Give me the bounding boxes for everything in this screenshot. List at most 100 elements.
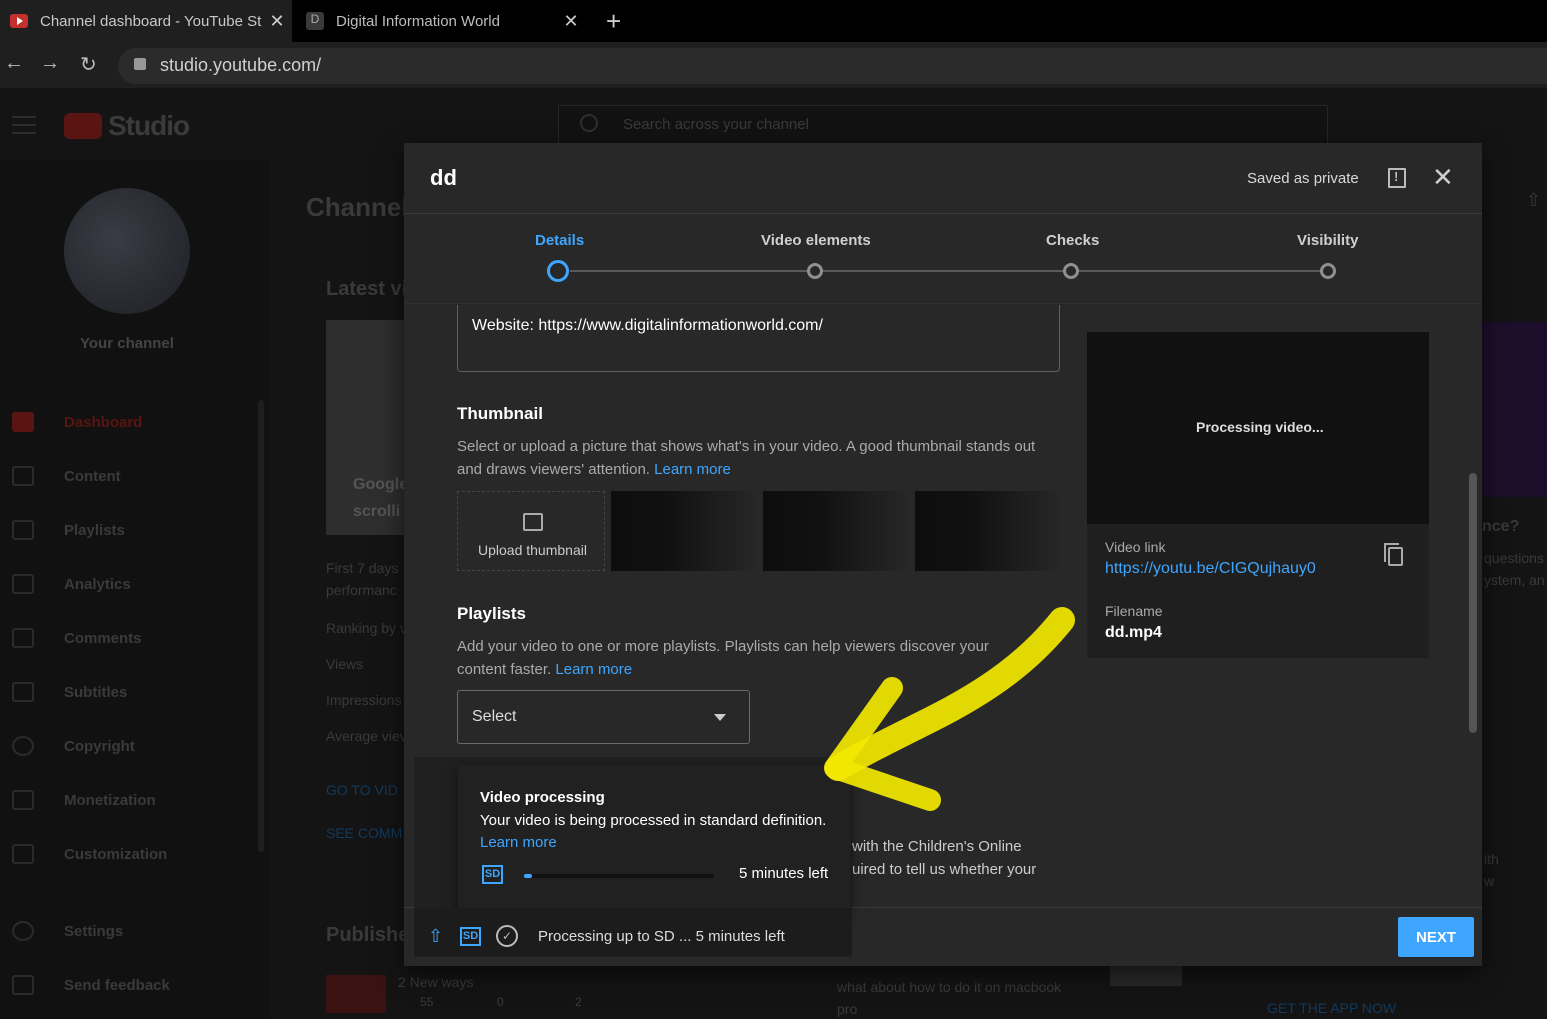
promo-text-4: w bbox=[1484, 873, 1495, 889]
sidebar-item-content[interactable]: Content bbox=[0, 449, 260, 503]
sidebar-item-subtitles[interactable]: Subtitles bbox=[0, 665, 260, 719]
promo-text-2: ystem, an bbox=[1484, 572, 1545, 588]
step-dot-visibility[interactable] bbox=[1320, 263, 1336, 279]
comment-thumbnail bbox=[1110, 966, 1182, 986]
search-placeholder: Search across your channel bbox=[623, 116, 809, 133]
description-text: Website: https://www.digitalinformationw… bbox=[472, 317, 823, 334]
step-visibility[interactable]: Visibility bbox=[1297, 232, 1358, 249]
step-dot-checks[interactable] bbox=[1063, 263, 1079, 279]
url-field[interactable] bbox=[118, 48, 1547, 84]
youtube-logo-icon bbox=[64, 113, 102, 139]
step-checks[interactable]: Checks bbox=[1046, 232, 1099, 249]
auto-thumbnail-1[interactable] bbox=[611, 491, 754, 571]
sidebar-item-label: Send feedback bbox=[64, 977, 170, 994]
sidebar-item-label: Content bbox=[64, 468, 121, 485]
thumbnail-help-text: Select or upload a picture that shows wh… bbox=[457, 438, 1036, 478]
promo-text-3: ith bbox=[1484, 851, 1499, 867]
next-button[interactable]: NEXT bbox=[1398, 917, 1474, 957]
sd-badge-icon: SD bbox=[460, 927, 481, 946]
playlists-icon bbox=[12, 520, 34, 540]
comments-icon bbox=[12, 628, 34, 648]
sidebar-item-dashboard[interactable]: Dashboard bbox=[0, 395, 260, 449]
sidebar-item-label: Playlists bbox=[64, 522, 125, 539]
sidebar-item-send-feedback[interactable]: Send feedback bbox=[0, 958, 260, 1012]
promo-title: nce? bbox=[1482, 518, 1520, 535]
go-to-video-link[interactable]: GO TO VID bbox=[326, 782, 398, 798]
upload-arrow-icon: ⇧ bbox=[428, 926, 444, 946]
coppa-text-line2: uired to tell us whether your bbox=[852, 861, 1037, 878]
get-app-link[interactable]: GET THE APP NOW bbox=[1267, 1000, 1396, 1016]
upload-thumbnail-button[interactable] bbox=[457, 491, 605, 571]
sidebar-item-label: Customization bbox=[64, 846, 168, 863]
sidebar-item-monetization[interactable]: Monetization bbox=[0, 773, 260, 827]
upload-dialog: dd Saved as private ✕ Details Video elem… bbox=[404, 143, 1482, 966]
copyright-icon bbox=[12, 736, 34, 756]
see-comments-link[interactable]: SEE COMM bbox=[326, 825, 402, 841]
playlists-learn-more-link[interactable]: Learn more bbox=[555, 661, 632, 678]
impressions-label: Impressions bbox=[326, 692, 402, 708]
checks-icon: ✓ bbox=[496, 925, 518, 947]
sidebar-item-playlists[interactable]: Playlists bbox=[0, 503, 260, 557]
reload-icon[interactable]: ↻ bbox=[80, 52, 97, 77]
tab-digital-information-world[interactable]: D Digital Information World ✕ bbox=[296, 0, 586, 42]
your-channel-label[interactable]: Your channel bbox=[80, 335, 174, 352]
filename-value: dd.mp4 bbox=[1105, 624, 1162, 641]
playlist-select-label: Select bbox=[472, 708, 517, 725]
back-icon[interactable]: ← bbox=[4, 52, 24, 75]
description-field[interactable] bbox=[457, 305, 1060, 372]
dashboard-icon bbox=[12, 412, 34, 432]
playlists-heading: Playlists bbox=[457, 604, 526, 623]
sidebar-item-label: Settings bbox=[64, 923, 124, 940]
auto-thumbnail-3[interactable] bbox=[915, 491, 1058, 571]
avatar[interactable] bbox=[64, 188, 190, 314]
new-tab-icon[interactable]: + bbox=[606, 6, 621, 37]
step-details[interactable]: Details bbox=[535, 232, 584, 249]
step-dot-details[interactable] bbox=[547, 260, 569, 282]
browser-tab-bar: Channel dashboard - YouTube St ✕ D Digit… bbox=[0, 0, 1547, 42]
settings-icon bbox=[12, 921, 34, 941]
dialog-scrollbar[interactable] bbox=[1469, 473, 1477, 733]
monetization-icon bbox=[12, 790, 34, 810]
sidebar-item-comments[interactable]: Comments bbox=[0, 611, 260, 665]
tab-channel-dashboard[interactable]: Channel dashboard - YouTube St ✕ bbox=[0, 0, 292, 42]
coppa-text-line1: with the Children's Online bbox=[852, 838, 1022, 855]
tab-title: Channel dashboard - YouTube St bbox=[40, 12, 262, 30]
views-label: Views bbox=[326, 656, 364, 672]
close-tab-icon[interactable]: ✕ bbox=[262, 11, 292, 32]
step-video-elements[interactable]: Video elements bbox=[761, 232, 871, 249]
video-link-label: Video link bbox=[1105, 539, 1166, 555]
chevron-down-icon bbox=[714, 714, 726, 721]
menu-icon[interactable] bbox=[12, 116, 36, 134]
published-thumbnail[interactable] bbox=[326, 975, 386, 1013]
thumbnail-learn-more-link[interactable]: Learn more bbox=[654, 461, 731, 478]
saved-status: Saved as private bbox=[1247, 170, 1359, 187]
popup-learn-more-link[interactable]: Learn more bbox=[480, 834, 557, 851]
sidebar-item-label: Dashboard bbox=[64, 414, 143, 431]
close-tab-icon[interactable]: ✕ bbox=[556, 11, 586, 32]
copy-icon[interactable] bbox=[1384, 543, 1403, 566]
report-issue-icon[interactable] bbox=[1388, 168, 1406, 188]
forward-icon[interactable]: → bbox=[40, 52, 60, 75]
upload-icon[interactable]: ⇧ bbox=[1526, 190, 1541, 211]
video-link[interactable]: https://youtu.be/CIGQujhauy0 bbox=[1105, 560, 1316, 578]
sidebar-item-analytics[interactable]: Analytics bbox=[0, 557, 260, 611]
studio-logo-text: Studio bbox=[108, 110, 190, 141]
published-video-title[interactable]: 2 New ways bbox=[398, 974, 473, 990]
upload-thumbnail-label: Upload thumbnail bbox=[478, 542, 587, 558]
comment-text-line1: what about how to do it on macbook bbox=[837, 979, 1062, 995]
divider bbox=[404, 303, 1482, 304]
sidebar-item-settings[interactable]: Settings bbox=[0, 904, 260, 958]
sidebar-scrollbar[interactable] bbox=[258, 400, 264, 852]
processing-progress-bar bbox=[524, 874, 714, 878]
close-icon[interactable]: ✕ bbox=[1432, 163, 1454, 191]
promo-text-1: questions bbox=[1484, 550, 1544, 566]
published-comments: 0 bbox=[497, 995, 504, 1009]
step-dot-video-elements[interactable] bbox=[807, 263, 823, 279]
auto-thumbnail-2[interactable] bbox=[763, 491, 906, 571]
feedback-icon bbox=[12, 975, 34, 995]
customization-icon bbox=[12, 844, 34, 864]
filename-label: Filename bbox=[1105, 603, 1163, 619]
sidebar-item-copyright[interactable]: Copyright bbox=[0, 719, 260, 773]
thumb-caption-1: Google bbox=[353, 476, 409, 493]
sidebar-item-customization[interactable]: Customization bbox=[0, 827, 260, 881]
